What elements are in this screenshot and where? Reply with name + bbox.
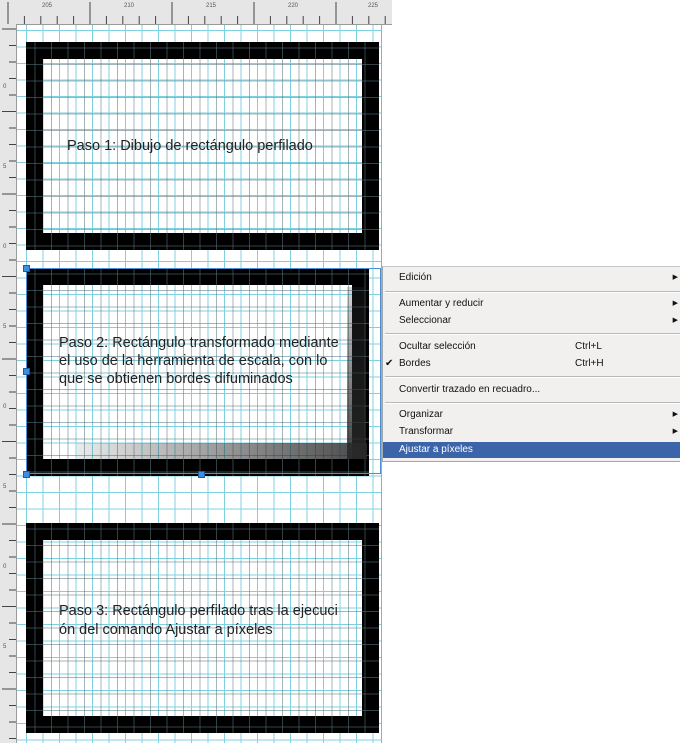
menu-separator: [385, 291, 680, 293]
ruler-ticks: [7, 2, 386, 24]
menu-item-hide-selection[interactable]: Ocultar selección Ctrl+L: [383, 339, 680, 355]
submenu-arrow-icon: ▶: [672, 411, 678, 418]
blurred-edge-bottom: [77, 443, 367, 459]
step3-text-line1: Paso 3: Rectángulo perfilado tras la eje…: [59, 603, 338, 619]
menu-item-label: Organizar: [399, 409, 443, 420]
menu-item-select[interactable]: Seleccionar ▶: [383, 313, 680, 329]
menu-item-label: Transformar: [399, 426, 454, 437]
menu-item-transform[interactable]: Transformar ▶: [383, 424, 680, 440]
menu-item-label: Edición: [399, 272, 432, 283]
menu-item-zoom[interactable]: Aumentar y reducir ▶: [383, 296, 680, 312]
selection-handle[interactable]: [198, 471, 205, 478]
menu-item-edges[interactable]: ✔ Bordes Ctrl+H: [383, 356, 680, 372]
menu-separator: [385, 333, 680, 335]
step1-text: Paso 1: Dibujo de rectángulo perfilado: [67, 138, 313, 154]
menu-item-label: Aumentar y reducir: [399, 298, 484, 309]
vertical-ruler[interactable]: 0 5 0 5 0 5 0 5: [0, 24, 17, 743]
context-menu[interactable]: Edición ▶ Aumentar y reducir ▶ Seleccion…: [382, 266, 680, 462]
menu-item-snap-to-pixels[interactable]: Ajustar a píxeles: [383, 442, 680, 458]
selection-handle[interactable]: [23, 265, 30, 272]
menu-item-edit[interactable]: Edición ▶: [383, 270, 680, 286]
menu-item-label: Bordes: [399, 358, 431, 369]
menu-item-convert-path[interactable]: Convertir trazado en recuadro...: [383, 382, 680, 398]
document-canvas[interactable]: Paso 1: Dibujo de rectángulo perfilado P…: [17, 25, 381, 743]
menu-shortcut: Ctrl+L: [575, 341, 602, 352]
menu-item-label: Convertir trazado en recuadro...: [399, 384, 541, 395]
blurred-edge-right: [347, 287, 365, 459]
menu-separator: [385, 402, 680, 404]
horizontal-ruler[interactable]: 205 210 215 220 225: [0, 0, 392, 25]
check-icon: ✔: [385, 358, 394, 369]
menu-shortcut: Ctrl+H: [575, 358, 604, 369]
menu-separator: [385, 376, 680, 378]
submenu-arrow-icon: ▶: [672, 317, 678, 324]
menu-item-label: Ocultar selección: [399, 341, 476, 352]
ruler-ticks: [2, 28, 16, 739]
step3-text-line2: ón del comando Ajustar a píxeles: [59, 622, 273, 638]
submenu-arrow-icon: ▶: [672, 274, 678, 281]
selection-handle[interactable]: [23, 471, 30, 478]
submenu-arrow-icon: ▶: [672, 428, 678, 435]
step2-text-line1: Paso 2: Rectángulo transformado mediante: [59, 335, 339, 351]
menu-item-label: Seleccionar: [399, 315, 452, 326]
step2-text-line3: que se obtienen bordes difuminados: [59, 371, 293, 387]
menu-item-arrange[interactable]: Organizar ▶: [383, 407, 680, 423]
step2-text-line2: el uso de la herramienta de escala, con …: [59, 353, 328, 369]
submenu-arrow-icon: ▶: [672, 300, 678, 307]
menu-item-label: Ajustar a píxeles: [399, 444, 473, 455]
selection-handle[interactable]: [23, 368, 30, 375]
